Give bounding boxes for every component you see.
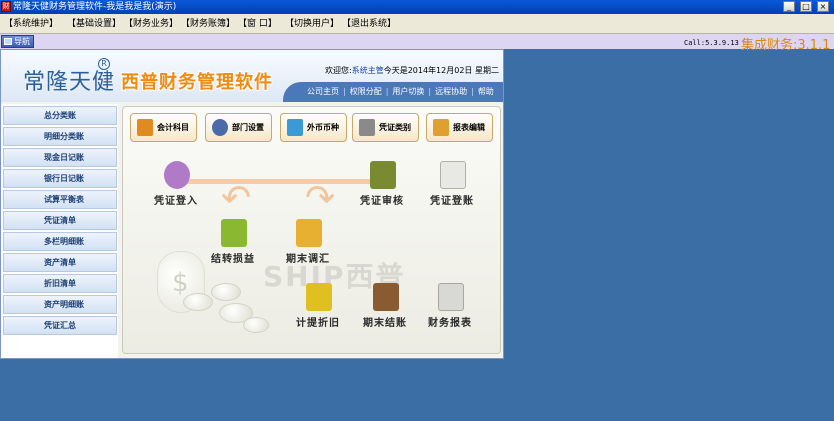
menu-finance-books[interactable]: 【财务账簿】 <box>181 18 235 30</box>
report-edit-button[interactable]: 报表编辑 <box>426 113 493 142</box>
sidebar-item-cash-journal[interactable]: 现金日记账 <box>3 148 117 167</box>
coin-icon <box>183 293 213 311</box>
link-separator: | <box>471 87 474 96</box>
period-close-label: 期末结账 <box>363 318 407 329</box>
version-label: Call:5.3.9.13 <box>684 39 739 47</box>
voucher-entry-icon <box>164 161 190 189</box>
financial-report-icon <box>438 283 464 311</box>
sidebar-item-subsidiary-ledger[interactable]: 明细分类账 <box>3 127 117 146</box>
report-edit-button-label: 报表编辑 <box>453 123 485 132</box>
quick-links: 公司主页 | 权限分配 | 用户切换 | 远程协助 | 帮助 <box>283 82 503 102</box>
link-switch-user[interactable]: 用户切换 <box>392 87 424 96</box>
app-icon: 财 <box>1 1 11 12</box>
voucher-type-button[interactable]: 凭证类别 <box>352 113 419 142</box>
sidebar-item-asset-ledger[interactable]: 资产明细账 <box>3 295 117 314</box>
window-title: 常隆天健财务管理软件-我是我是我(演示) <box>13 2 177 12</box>
accounts-button[interactable]: 会计科目 <box>130 113 197 142</box>
transfer-pl-label: 结转损益 <box>211 254 255 265</box>
department-icon <box>212 119 228 136</box>
sidebar-item-bank-journal[interactable]: 银行日记账 <box>3 169 117 188</box>
link-separator: | <box>428 87 432 96</box>
link-separator: | <box>343 87 346 96</box>
coin-icon <box>211 283 241 301</box>
minimize-button[interactable]: _ <box>783 1 795 12</box>
sidebar: 总分类账 明细分类账 现金日记账 银行日记账 试算平衡表 凭证清单 多栏明细账 … <box>1 104 118 358</box>
main-panel: 常隆天健 R 西普财务管理软件 欢迎您:系统主管今天是2014年12月02日 星… <box>0 49 504 359</box>
welcome-prefix: 欢迎您: <box>325 66 352 75</box>
currency-button[interactable]: 外币币种 <box>280 113 347 142</box>
registered-mark: R <box>98 58 110 70</box>
menu-finance-business[interactable]: 【财务业务】 <box>124 18 178 30</box>
depreciation-label: 计提折旧 <box>296 318 340 329</box>
voucher-review-icon <box>370 161 396 189</box>
arrow-curve-left-icon: ↶ <box>221 178 252 219</box>
sidebar-item-voucher-list[interactable]: 凭证清单 <box>3 211 117 230</box>
nav-strip: 导航 Call:5.3.9.13 集成财务:3.1.1 <box>0 34 834 53</box>
menu-bar: 【系统维护】 【基础设置】 【财务业务】 【财务账簿】 【窗 口】 【切换用户】… <box>0 14 834 34</box>
sidebar-item-voucher-summary[interactable]: 凭证汇总 <box>3 316 117 335</box>
sidebar-item-general-ledger[interactable]: 总分类账 <box>3 106 117 125</box>
voucher-type-icon <box>359 119 375 136</box>
nav-icon <box>4 38 12 45</box>
period-end-adjust-icon <box>296 219 322 247</box>
depreciation-icon <box>306 283 332 311</box>
link-help[interactable]: 帮助 <box>478 87 494 96</box>
financial-report-label: 财务报表 <box>428 318 472 329</box>
nav-label: 导航 <box>14 37 30 46</box>
app-header: 常隆天健 R 西普财务管理软件 欢迎您:系统主管今天是2014年12月02日 星… <box>1 50 503 102</box>
sidebar-item-asset-list[interactable]: 资产清单 <box>3 253 117 272</box>
welcome-user: 系统主管 <box>351 66 384 75</box>
arrow-curve-right-icon: ↷ <box>305 178 336 219</box>
period-close-icon <box>373 283 399 311</box>
link-permissions[interactable]: 权限分配 <box>350 87 382 96</box>
currency-button-label: 外币币种 <box>307 123 339 132</box>
link-company-home[interactable]: 公司主页 <box>307 87 339 96</box>
voucher-post-label: 凭证登账 <box>430 196 474 207</box>
accounts-button-label: 会计科目 <box>157 123 189 132</box>
product-name: 西普财务管理软件 <box>121 72 273 93</box>
report-edit-icon <box>433 119 449 136</box>
voucher-entry-label: 凭证登入 <box>154 196 198 207</box>
department-button[interactable]: 部门设置 <box>205 113 272 142</box>
welcome-date: 今天是2014年12月02日 星期二 <box>383 66 499 75</box>
voucher-type-button-label: 凭证类别 <box>379 123 411 132</box>
ledger-icon <box>137 119 153 136</box>
menu-switch-user[interactable]: 【切换用户】 <box>285 18 339 30</box>
menu-window[interactable]: 【窗 口】 <box>238 18 277 30</box>
maximize-button[interactable]: □ <box>800 1 812 12</box>
welcome-text: 欢迎您:系统主管今天是2014年12月02日 星期二 <box>325 65 499 76</box>
menu-exit[interactable]: 【退出系统】 <box>342 18 396 30</box>
brand-version-label: 集成财务:3.1.1 <box>741 38 831 53</box>
nav-button[interactable]: 导航 <box>1 35 34 48</box>
flow-line-top <box>185 179 385 184</box>
title-bar: 财 常隆天健财务管理软件-我是我是我(演示) _ □ × <box>0 0 834 14</box>
sidebar-item-trial-balance[interactable]: 试算平衡表 <box>3 190 117 209</box>
link-remote-assist[interactable]: 远程协助 <box>435 87 467 96</box>
close-button[interactable]: × <box>817 1 829 12</box>
workflow-area: 会计科目 部门设置 外币币种 凭证类别 报表编辑 SHIP西普 $ ↶ ↷ 凭证… <box>122 106 501 354</box>
menu-basic-settings[interactable]: 【基础设置】 <box>67 18 121 30</box>
sidebar-item-depreciation-list[interactable]: 折旧清单 <box>3 274 117 293</box>
coin-icon <box>243 317 269 333</box>
menu-system-maintenance[interactable]: 【系统维护】 <box>4 18 58 30</box>
department-button-label: 部门设置 <box>232 123 264 132</box>
voucher-post-icon <box>440 161 466 189</box>
currency-icon <box>287 119 303 136</box>
sidebar-item-multi-column-ledger[interactable]: 多栏明细账 <box>3 232 117 251</box>
period-end-adjust-label: 期末调汇 <box>286 254 330 265</box>
transfer-pl-icon <box>221 219 247 247</box>
voucher-review-label: 凭证审核 <box>360 196 404 207</box>
link-separator: | <box>385 87 389 96</box>
